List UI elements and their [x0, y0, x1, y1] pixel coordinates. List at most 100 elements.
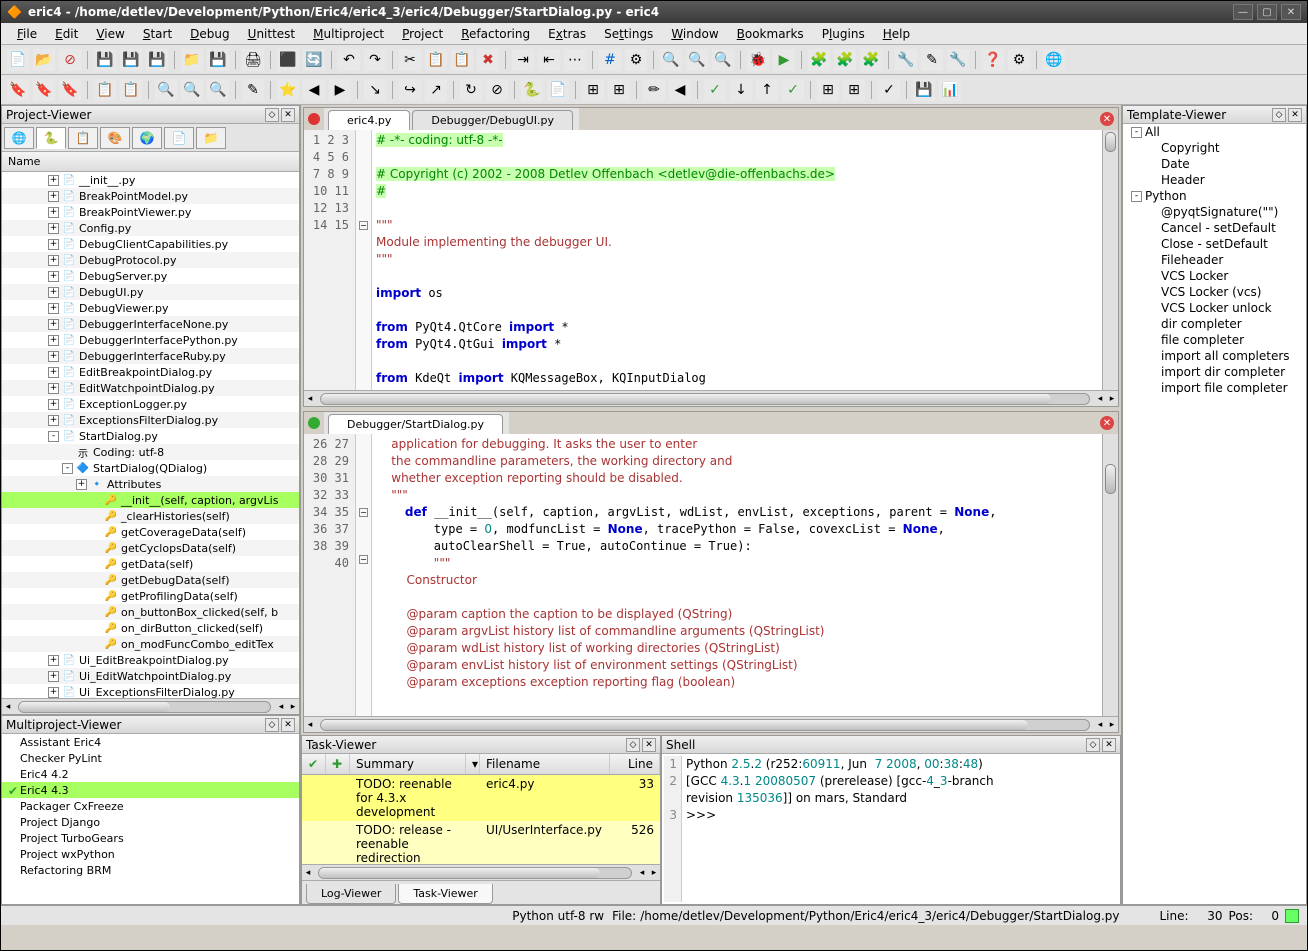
pv-tab-interfaces[interactable]: 📄 — [164, 127, 194, 149]
tree-item[interactable]: 🔑getData(self) — [2, 556, 299, 572]
template-item[interactable]: import all completers — [1123, 348, 1306, 364]
menu-plugins[interactable]: Plugins — [814, 25, 873, 43]
tree-item[interactable]: 🔑getCoverageData(self) — [2, 524, 299, 540]
menu-multiproject[interactable]: Multiproject — [305, 25, 392, 43]
tree-item[interactable]: 示Coding: utf-8 — [2, 444, 299, 460]
tree-item[interactable]: 🔑getDebugData(self) — [2, 572, 299, 588]
tree-item[interactable]: +📄Ui_EditWatchpointDialog.py — [2, 668, 299, 684]
list-item[interactable]: Project Django — [2, 814, 299, 830]
tree-item[interactable]: +📄DebuggerInterfacePython.py — [2, 332, 299, 348]
copy-icon[interactable]: 📋 — [425, 49, 447, 71]
template-item[interactable]: import file completer — [1123, 380, 1306, 396]
minimize-button[interactable]: — — [1233, 4, 1253, 20]
menu-settings[interactable]: Settings — [596, 25, 661, 43]
project-open-icon[interactable]: 📁 — [181, 49, 203, 71]
save-all-icon[interactable]: 💾 — [146, 49, 168, 71]
back-icon[interactable]: ◀ — [669, 79, 691, 101]
panel-close-icon[interactable]: ✕ — [1288, 108, 1302, 122]
pv-tab-others[interactable]: 📁 — [196, 127, 226, 149]
template-item[interactable]: Copyright — [1123, 140, 1306, 156]
save-as-icon[interactable]: 💾 — [120, 49, 142, 71]
tree-item[interactable]: +🔹Attributes — [2, 476, 299, 492]
tree-item[interactable]: +📄BreakPointModel.py — [2, 188, 299, 204]
tree-item[interactable]: +📄DebugViewer.py — [2, 300, 299, 316]
nav-fwd-icon[interactable]: ▶ — [329, 79, 351, 101]
lint-icon[interactable]: ✓ — [878, 79, 900, 101]
tree-item[interactable]: +📄Ui_ExceptionsFilterDialog.py — [2, 684, 299, 698]
sort-icon[interactable]: ▾ — [466, 754, 480, 774]
tree-item[interactable]: +📄ExceptionLogger.py — [2, 396, 299, 412]
template-tree[interactable]: - AllCopyrightDateHeader- Python@pyqtSig… — [1123, 124, 1306, 904]
menu-project[interactable]: Project — [394, 25, 451, 43]
template-item[interactable]: Cancel - setDefault — [1123, 220, 1306, 236]
tree-item[interactable]: -🔷StartDialog(QDialog) — [2, 460, 299, 476]
task-table[interactable]: ✔ ✚ Summary ▾ Filename Line TODO: reenab… — [302, 754, 660, 864]
del-bp-icon[interactable]: 🔖 — [33, 79, 55, 101]
tree-item[interactable]: +📄Ui_EditBreakpointDialog.py — [2, 652, 299, 668]
editor-2-code[interactable]: application for debugging. It asks the u… — [372, 434, 1102, 716]
pv-tab-python[interactable]: 🐍 — [36, 127, 66, 149]
panel-close-icon[interactable]: ✕ — [281, 718, 295, 732]
menu-start[interactable]: Start — [135, 25, 180, 43]
shell[interactable]: 1 2 3Python 2.5.2 (r252:60911, Jun 7 200… — [662, 754, 1120, 904]
py2-icon[interactable]: 📄 — [547, 79, 569, 101]
template-item[interactable]: Date — [1123, 156, 1306, 172]
tool1-icon[interactable]: 🔧 — [895, 49, 917, 71]
comment-icon[interactable]: ⋯ — [564, 49, 586, 71]
zoom-in-icon[interactable]: 🔍 — [155, 79, 177, 101]
multiproject-list[interactable]: Assistant Eric4 Checker PyLint Eric4 4.2… — [2, 734, 299, 904]
col-summary[interactable]: Summary — [350, 754, 466, 774]
find-next-icon[interactable]: 🔍 — [686, 49, 708, 71]
editor-1-code[interactable]: # -*- coding: utf-8 -*- # Copyright (c) … — [372, 130, 1102, 390]
tree-item[interactable]: +📄DebugUI.py — [2, 284, 299, 300]
editor-tab-startdialog[interactable]: Debugger/StartDialog.py — [328, 414, 503, 434]
continue-icon[interactable]: ↻ — [460, 79, 482, 101]
list-item[interactable]: Project wxPython — [2, 846, 299, 862]
template-item[interactable]: Close - setDefault — [1123, 236, 1306, 252]
clr-bp-icon[interactable]: 🔖 — [59, 79, 81, 101]
menu-debug[interactable]: Debug — [182, 25, 237, 43]
editor-close-icon[interactable]: ✕ — [1100, 112, 1114, 126]
panel-float-icon[interactable]: ◇ — [265, 108, 279, 122]
tool2-icon[interactable]: ✎ — [921, 49, 943, 71]
help-icon[interactable]: ❓ — [982, 49, 1004, 71]
cut-icon[interactable]: ✂ — [399, 49, 421, 71]
pv-tab-resources[interactable]: 🎨 — [100, 127, 130, 149]
editor-1-hscroll[interactable]: ◂ ◂▸ — [304, 390, 1118, 406]
template-item[interactable]: VCS Locker unlock — [1123, 300, 1306, 316]
tab-log-viewer[interactable]: Log-Viewer — [306, 884, 396, 904]
template-item[interactable]: VCS Locker — [1123, 268, 1306, 284]
template-item[interactable]: Header — [1123, 172, 1306, 188]
editor-1-vscroll[interactable] — [1102, 130, 1118, 390]
editor-close-icon[interactable]: ✕ — [1100, 416, 1114, 430]
tree-item[interactable]: 🔑on_dirButton_clicked(self) — [2, 620, 299, 636]
template-group[interactable]: - All — [1123, 124, 1306, 140]
list-item[interactable]: ✔ Eric4 4.3 — [2, 782, 299, 798]
menu-bookmarks[interactable]: Bookmarks — [729, 25, 812, 43]
tree-item[interactable]: +📄EditWatchpointDialog.py — [2, 380, 299, 396]
step-in-icon[interactable]: ↘ — [364, 79, 386, 101]
tree-item[interactable]: +📄EditBreakpointDialog.py — [2, 364, 299, 380]
add-task-icon[interactable]: ✚ — [332, 757, 342, 771]
pencil-icon[interactable]: ✏ — [643, 79, 665, 101]
pv-tab-globe[interactable]: 🌐 — [4, 127, 34, 149]
config-icon[interactable]: ⚙ — [1008, 49, 1030, 71]
list-item[interactable]: Checker PyLint — [2, 750, 299, 766]
vcs2-icon[interactable]: ↓ — [730, 79, 752, 101]
ui2-icon[interactable]: ⊞ — [843, 79, 865, 101]
vcs4-icon[interactable]: ✓ — [782, 79, 804, 101]
ui1-icon[interactable]: ⊞ — [817, 79, 839, 101]
menu-refactoring[interactable]: Refactoring — [453, 25, 538, 43]
pv-tab-translations[interactable]: 🌍 — [132, 127, 162, 149]
tree-item[interactable]: 🔑getCyclopsData(self) — [2, 540, 299, 556]
editor-2[interactable]: 26 27 28 29 30 31 32 33 34 35 36 37 38 3… — [304, 434, 1118, 716]
maximize-button[interactable]: ▢ — [1257, 4, 1277, 20]
vcs1-icon[interactable]: ✓ — [704, 79, 726, 101]
gear-icon[interactable]: ⚙ — [625, 49, 647, 71]
zoom-out-icon[interactable]: 🔍 — [181, 79, 203, 101]
list-item[interactable]: Refactoring BRM — [2, 862, 299, 878]
chart-icon[interactable]: 📊 — [939, 79, 961, 101]
list-item[interactable]: Eric4 4.2 — [2, 766, 299, 782]
run-icon[interactable]: ▶ — [773, 49, 795, 71]
indent-icon[interactable]: ⇥ — [512, 49, 534, 71]
